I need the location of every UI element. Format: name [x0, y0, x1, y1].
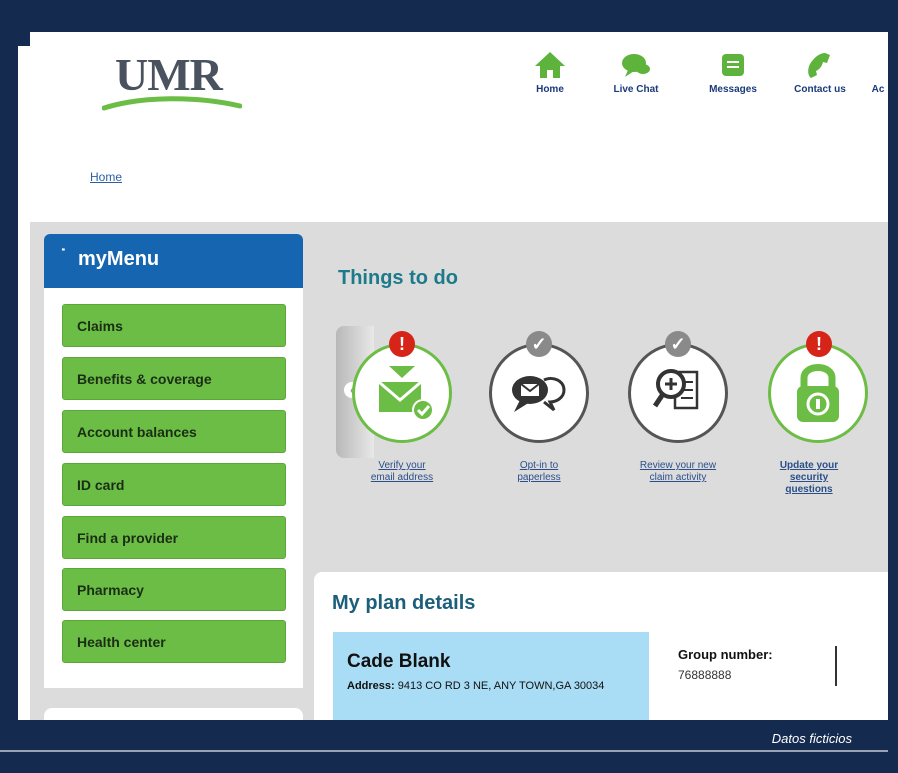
- things-to-do-title: Things to do: [338, 267, 458, 289]
- todo-review-line2: claim activity: [649, 472, 707, 483]
- chat-icon: [622, 54, 650, 77]
- nav-live-chat[interactable]: Live Chat: [600, 50, 672, 95]
- nav-home[interactable]: Home: [518, 50, 582, 95]
- todo-review-line1: Review your new: [639, 460, 717, 471]
- todo-review-claims-link[interactable]: Review your new claim activity: [620, 460, 736, 484]
- footer-band: [0, 720, 888, 750]
- menu-item-account-balances[interactable]: Account balances: [62, 410, 286, 453]
- collapse-icon: ˙: [60, 246, 67, 268]
- todo-opt-in-line2: paperless: [517, 472, 561, 483]
- todo-security-questions[interactable]: [768, 343, 868, 443]
- frame-top: [30, 6, 888, 32]
- nav-account-partial[interactable]: Ac: [868, 84, 888, 95]
- nav-contact-us-label: Contact us: [794, 84, 846, 95]
- chat-bubbles-icon: [512, 376, 566, 412]
- my-menu-header[interactable]: ˙ myMenu: [44, 234, 303, 288]
- menu-item-health-center[interactable]: Health center: [62, 620, 286, 663]
- site-header: UMR Home Live Chat Messages Contact us A…: [30, 32, 888, 222]
- my-menu-panel: ˙ myMenu Claims Benefits & coverage Acco…: [44, 234, 303, 688]
- menu-item-find-provider[interactable]: Find a provider: [62, 516, 286, 559]
- member-info-box: [333, 632, 649, 724]
- group-number-value: 76888888: [678, 668, 732, 682]
- todo-verify-email-line2: email address: [370, 472, 434, 483]
- todo-opt-in-line1: Opt-in to: [519, 460, 559, 471]
- todo-security-line2: security: [789, 472, 829, 483]
- todo-security-line3: questions: [785, 484, 833, 495]
- footer-divider: [0, 750, 888, 752]
- my-menu-title: myMenu: [78, 248, 160, 270]
- breadcrumb-home[interactable]: Home: [90, 170, 122, 184]
- phone-icon: [808, 53, 830, 78]
- member-name: Cade Blank: [347, 651, 451, 672]
- menu-item-claims[interactable]: Claims: [62, 304, 286, 347]
- address-value: 9413 CO RD 3 NE, ANY TOWN,GA 30034: [397, 680, 605, 692]
- divider: [835, 646, 837, 686]
- nav-contact-us[interactable]: Contact us: [782, 50, 858, 95]
- padlock-icon: [797, 364, 839, 422]
- document-search-icon: [652, 369, 699, 410]
- group-number-label: Group number:: [678, 647, 773, 662]
- home-icon: [535, 52, 565, 78]
- disclaimer-note: Datos ficticios: [771, 731, 852, 746]
- nav-messages[interactable]: Messages: [694, 50, 772, 95]
- todo-verify-email-line1: Verify your: [378, 460, 426, 471]
- email-check-icon: [378, 366, 434, 421]
- todo-verify-email-link[interactable]: Verify your email address: [352, 460, 452, 484]
- nav-live-chat-label: Live Chat: [613, 84, 659, 95]
- todo-opt-in-paperless-link[interactable]: Opt-in to paperless: [489, 460, 589, 484]
- messages-icon: [722, 54, 744, 76]
- logo-swoosh-icon: [102, 96, 242, 111]
- todo-review-claims[interactable]: [628, 343, 728, 443]
- done-badge-icon: ✓: [526, 331, 552, 357]
- done-badge-icon: ✓: [665, 331, 691, 357]
- todo-security-questions-link[interactable]: Update your security questions: [766, 460, 852, 496]
- plan-details-title: My plan details: [332, 592, 476, 614]
- menu-item-benefits[interactable]: Benefits & coverage: [62, 357, 286, 400]
- todo-security-line1: Update your: [779, 460, 839, 471]
- alert-badge-icon: !: [806, 331, 832, 357]
- menu-item-pharmacy[interactable]: Pharmacy: [62, 568, 286, 611]
- todo-verify-email[interactable]: [352, 343, 452, 443]
- todo-opt-in-paperless[interactable]: [489, 343, 589, 443]
- page-frame: UMR Home Live Chat Messages Contact us A…: [0, 0, 898, 773]
- member-address: Address: 9413 CO RD 3 NE, ANY TOWN,GA 30…: [347, 679, 607, 693]
- nav-account-label: Ac: [871, 84, 885, 95]
- nav-home-label: Home: [536, 84, 564, 95]
- address-label: Address:: [347, 680, 395, 692]
- nav-messages-label: Messages: [709, 84, 757, 95]
- alert-badge-icon: !: [389, 331, 415, 357]
- menu-item-id-card[interactable]: ID card: [62, 463, 286, 506]
- umr-logo[interactable]: UMR: [115, 48, 223, 101]
